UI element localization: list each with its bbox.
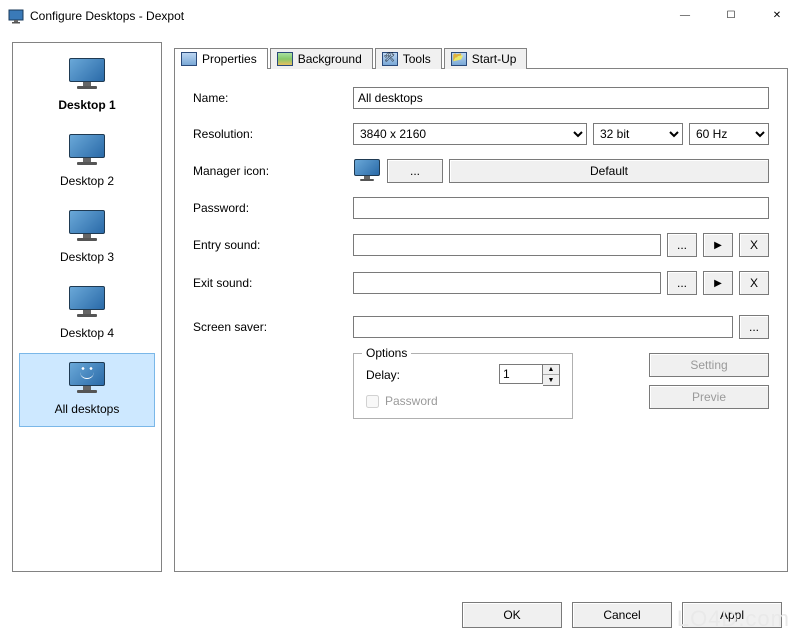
resolution-label: Resolution:	[193, 127, 343, 141]
background-icon	[277, 52, 293, 66]
title-bar: Configure Desktops - Dexpot — ☐ ✕	[0, 0, 800, 32]
startup-icon	[451, 52, 467, 66]
window-controls: — ☐ ✕	[662, 1, 800, 31]
screensaver-label: Screen saver:	[193, 320, 343, 334]
screensaver-input[interactable]	[353, 316, 733, 338]
options-password-checkbox	[366, 395, 379, 408]
name-label: Name:	[193, 91, 343, 105]
desktop-list[interactable]: Desktop 1 Desktop 2 Desktop 3 Desktop 4 …	[12, 42, 162, 572]
tools-icon	[382, 52, 398, 66]
entry-sound-browse-button[interactable]: ...	[667, 233, 697, 257]
monitor-icon	[67, 286, 107, 320]
tab-label: Start-Up	[472, 52, 517, 66]
manager-icon-label: Manager icon:	[193, 164, 343, 178]
sidebar-item-desktop-2[interactable]: Desktop 2	[19, 125, 155, 199]
tab-body: Name: Resolution: 3840 x 2160 32 bit 60 …	[174, 68, 788, 572]
ok-button[interactable]: OK	[462, 602, 562, 628]
delay-input[interactable]	[499, 364, 543, 384]
monitor-icon	[67, 134, 107, 168]
screensaver-preview-button: Previe	[649, 385, 769, 409]
refresh-select[interactable]: 60 Hz	[689, 123, 769, 145]
sidebar-item-desktop-1[interactable]: Desktop 1	[19, 49, 155, 123]
tab-label: Properties	[202, 52, 257, 66]
colordepth-select[interactable]: 32 bit	[593, 123, 683, 145]
client-area: Desktop 1 Desktop 2 Desktop 3 Desktop 4 …	[0, 32, 800, 640]
exit-sound-label: Exit sound:	[193, 276, 343, 290]
screensaver-browse-button[interactable]: ...	[739, 315, 769, 339]
monitor-icon	[67, 210, 107, 244]
delay-spin-down[interactable]: ▼	[543, 375, 559, 385]
options-password-text: Password	[385, 394, 438, 408]
minimize-button[interactable]: —	[662, 1, 708, 31]
entry-sound-label: Entry sound:	[193, 238, 343, 252]
close-button[interactable]: ✕	[754, 1, 800, 31]
resolution-select[interactable]: 3840 x 2160	[353, 123, 587, 145]
entry-sound-clear-button[interactable]: X	[739, 233, 769, 257]
app-icon	[8, 8, 24, 24]
options-password-checkbox-label: Password	[366, 394, 560, 408]
manager-icon-preview	[353, 159, 381, 183]
manager-icon-browse-button[interactable]: ...	[387, 159, 443, 183]
entry-sound-play-button[interactable]: ▶	[703, 233, 733, 257]
manager-icon-default-button[interactable]: Default	[449, 159, 769, 183]
options-group: Options Delay: ▲ ▼	[353, 353, 573, 419]
exit-sound-input[interactable]	[353, 272, 661, 294]
options-legend: Options	[362, 346, 411, 360]
cancel-button[interactable]: Cancel	[572, 602, 672, 628]
tab-startup[interactable]: Start-Up	[444, 48, 528, 69]
maximize-button[interactable]: ☐	[708, 1, 754, 31]
name-input[interactable]	[353, 87, 769, 109]
sidebar-item-label: Desktop 2	[24, 174, 150, 188]
sidebar-item-desktop-3[interactable]: Desktop 3	[19, 201, 155, 275]
sidebar-item-desktop-4[interactable]: Desktop 4	[19, 277, 155, 351]
exit-sound-play-button[interactable]: ▶	[703, 271, 733, 295]
exit-sound-clear-button[interactable]: X	[739, 271, 769, 295]
screensaver-setting-button: Setting	[649, 353, 769, 377]
monitor-smile-icon	[67, 362, 107, 396]
sidebar-item-all-desktops[interactable]: All desktops	[19, 353, 155, 427]
right-panel: Properties Background Tools Start-Up Na	[174, 42, 788, 572]
exit-sound-browse-button[interactable]: ...	[667, 271, 697, 295]
sidebar-item-label: Desktop 4	[24, 326, 150, 340]
sidebar-item-label: Desktop 3	[24, 250, 150, 264]
delay-spin-up[interactable]: ▲	[543, 365, 559, 375]
properties-icon	[181, 52, 197, 66]
tab-label: Tools	[403, 52, 431, 66]
password-input[interactable]	[353, 197, 769, 219]
sidebar-item-label: Desktop 1	[24, 98, 150, 112]
entry-sound-input[interactable]	[353, 234, 661, 256]
tab-tools[interactable]: Tools	[375, 48, 442, 69]
dialog-buttons: OK Cancel Appl	[462, 602, 782, 628]
password-label: Password:	[193, 201, 343, 215]
monitor-icon	[67, 58, 107, 92]
delay-label: Delay:	[366, 368, 400, 382]
apply-button[interactable]: Appl	[682, 602, 782, 628]
window-title: Configure Desktops - Dexpot	[30, 9, 662, 23]
tab-background[interactable]: Background	[270, 48, 373, 69]
tab-strip: Properties Background Tools Start-Up	[174, 42, 788, 68]
tab-label: Background	[298, 52, 362, 66]
tab-properties[interactable]: Properties	[174, 48, 268, 69]
sidebar-item-label: All desktops	[24, 402, 150, 416]
